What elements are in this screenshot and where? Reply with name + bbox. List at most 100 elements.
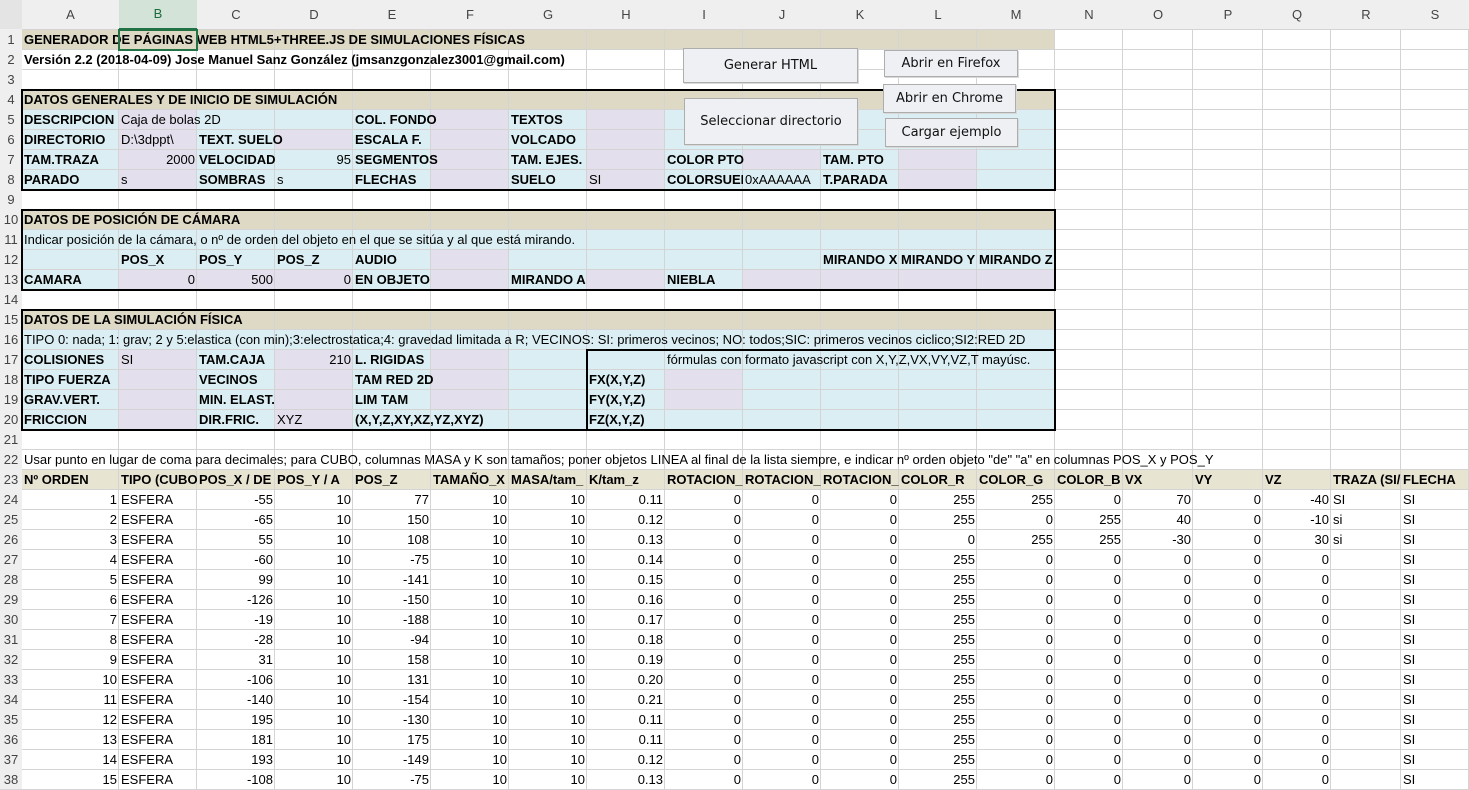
table-row-2-a[interactable]: 2 (22, 510, 119, 530)
table-header-o[interactable]: VX (1123, 470, 1193, 490)
table-row-6-b[interactable]: ESFERA (119, 590, 197, 610)
table-row-3-c[interactable]: 55 (197, 530, 275, 550)
table-row-12-g[interactable]: 10 (509, 710, 587, 730)
table-row-5-f[interactable]: 10 (431, 570, 509, 590)
cell-b6[interactable]: D:\3dppt\ (119, 130, 197, 150)
table-row-12-m[interactable]: 0 (977, 710, 1055, 730)
table-header-c[interactable]: POS_X / DE (197, 470, 275, 490)
cell-c8[interactable]: SOMBRAS (197, 170, 275, 190)
table-row-12-k[interactable]: 0 (821, 710, 899, 730)
cell-d13[interactable]: 0 (275, 270, 353, 290)
table-row-10-m[interactable]: 0 (977, 670, 1055, 690)
table-row-1-a[interactable]: 1 (22, 490, 119, 510)
table-row-2-c[interactable]: -65 (197, 510, 275, 530)
table-row-3-g[interactable]: 10 (509, 530, 587, 550)
table-row-15-s[interactable]: SI (1401, 770, 1469, 790)
table-header-d[interactable]: POS_Y / A (275, 470, 353, 490)
table-row-2-o[interactable]: 40 (1123, 510, 1193, 530)
seleccionar-directorio-button[interactable]: Seleccionar directorio (684, 98, 858, 145)
table-row-14-g[interactable]: 10 (509, 750, 587, 770)
table-row-13-e[interactable]: 175 (353, 730, 431, 750)
table-header-g[interactable]: MASA/tam_ (509, 470, 587, 490)
table-row-2-q[interactable]: -10 (1263, 510, 1331, 530)
table-row-15-j[interactable]: 0 (743, 770, 821, 790)
table-row-2-j[interactable]: 0 (743, 510, 821, 530)
table-row-6-n[interactable]: 0 (1055, 590, 1123, 610)
table-row-2-r[interactable]: si (1331, 510, 1401, 530)
table-row-3-p[interactable]: 0 (1193, 530, 1263, 550)
row-header-7[interactable]: 7 (0, 150, 22, 170)
table-row-4-d[interactable]: 10 (275, 550, 353, 570)
table-row-9-r[interactable] (1331, 650, 1401, 670)
table-row-6-r[interactable] (1331, 590, 1401, 610)
cell-c7[interactable]: VELOCIDAD (197, 150, 275, 170)
cell-e5[interactable]: COL. FONDO (353, 110, 509, 130)
table-row-8-b[interactable]: ESFERA (119, 630, 197, 650)
table-row-1-l[interactable]: 255 (899, 490, 977, 510)
table-header-i[interactable]: ROTACION_ (665, 470, 743, 490)
table-row-4-s[interactable]: SI (1401, 550, 1469, 570)
table-row-7-d[interactable]: 10 (275, 610, 353, 630)
table-row-14-e[interactable]: -149 (353, 750, 431, 770)
row-header-6[interactable]: 6 (0, 130, 22, 150)
table-row-7-o[interactable]: 0 (1123, 610, 1193, 630)
table-row-13-i[interactable]: 0 (665, 730, 743, 750)
cell-h18[interactable]: FX(X,Y,Z) (587, 370, 1469, 390)
table-row-9-f[interactable]: 10 (431, 650, 509, 670)
table-header-q[interactable]: VZ (1263, 470, 1331, 490)
cell-h20[interactable]: FZ(X,Y,Z) (587, 410, 1469, 430)
row-header-26[interactable]: 26 (0, 530, 22, 550)
row-header-36[interactable]: 36 (0, 730, 22, 750)
table-header-h[interactable]: K/tam_z (587, 470, 665, 490)
table-row-7-p[interactable]: 0 (1193, 610, 1263, 630)
row-header-21[interactable]: 21 (0, 430, 22, 450)
column-header-h[interactable]: H (587, 0, 665, 30)
cell-h8[interactable]: SI (587, 170, 665, 190)
table-row-1-j[interactable]: 0 (743, 490, 821, 510)
row-header-33[interactable]: 33 (0, 670, 22, 690)
cell-a18[interactable]: TIPO FUERZA (22, 370, 197, 390)
table-row-5-s[interactable]: SI (1401, 570, 1469, 590)
table-row-4-i[interactable]: 0 (665, 550, 743, 570)
table-row-5-e[interactable]: -141 (353, 570, 431, 590)
table-row-6-c[interactable]: -126 (197, 590, 275, 610)
table-row-1-p[interactable]: 0 (1193, 490, 1263, 510)
table-row-7-a[interactable]: 7 (22, 610, 119, 630)
table-row-10-f[interactable]: 10 (431, 670, 509, 690)
table-row-3-r[interactable]: si (1331, 530, 1401, 550)
table-header-b[interactable]: TIPO (CUBO, (119, 470, 197, 490)
table-row-15-o[interactable]: 0 (1123, 770, 1193, 790)
row-header-24[interactable]: 24 (0, 490, 22, 510)
cell-b12[interactable]: POS_X (119, 250, 197, 270)
table-header-l[interactable]: COLOR_R (899, 470, 977, 490)
row-header-28[interactable]: 28 (0, 570, 22, 590)
table-row-1-r[interactable]: SI (1331, 490, 1401, 510)
table-row-5-n[interactable]: 0 (1055, 570, 1123, 590)
row-header-34[interactable]: 34 (0, 690, 22, 710)
cell-a7[interactable]: TAM.TRAZA (22, 150, 119, 170)
cell-c13[interactable]: 500 (197, 270, 275, 290)
table-row-9-b[interactable]: ESFERA (119, 650, 197, 670)
table-row-8-o[interactable]: 0 (1123, 630, 1193, 650)
table-row-7-e[interactable]: -188 (353, 610, 431, 630)
cell-i13[interactable]: NIEBLA (665, 270, 1469, 290)
table-row-7-g[interactable]: 10 (509, 610, 587, 630)
column-header-l[interactable]: L (899, 0, 977, 30)
table-row-7-m[interactable]: 0 (977, 610, 1055, 630)
table-row-13-o[interactable]: 0 (1123, 730, 1193, 750)
table-row-15-m[interactable]: 0 (977, 770, 1055, 790)
table-row-11-c[interactable]: -140 (197, 690, 275, 710)
table-row-12-f[interactable]: 10 (431, 710, 509, 730)
row-header-14[interactable]: 14 (0, 290, 22, 310)
table-row-5-j[interactable]: 0 (743, 570, 821, 590)
table-row-6-a[interactable]: 6 (22, 590, 119, 610)
column-header-p[interactable]: P (1193, 0, 1263, 30)
table-row-2-p[interactable]: 0 (1193, 510, 1263, 530)
table-row-14-l[interactable]: 255 (899, 750, 977, 770)
cell-i8[interactable]: COLORSUELO (665, 170, 743, 190)
abrir-chrome-button[interactable]: Abrir en Chrome (883, 84, 1016, 113)
table-row-8-n[interactable]: 0 (1055, 630, 1123, 650)
table-row-11-e[interactable]: -154 (353, 690, 431, 710)
table-header-k[interactable]: ROTACION_ (821, 470, 899, 490)
table-row-14-a[interactable]: 14 (22, 750, 119, 770)
